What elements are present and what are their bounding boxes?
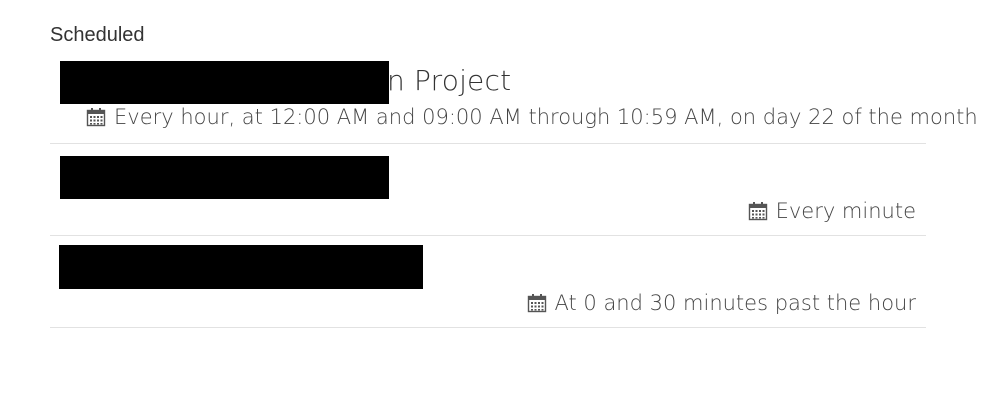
calendar-icon: [86, 107, 106, 127]
list-item[interactable]: Every minute: [50, 144, 926, 236]
scheduled-list: n Project Every hour, at 12:00 AM and 09…: [50, 52, 978, 328]
item-title[interactable]: n Project: [387, 64, 511, 97]
schedule-text: Every minute: [775, 199, 916, 223]
item-schedule: Every hour, at 12:00 AM and 09:00 AM thr…: [86, 105, 978, 129]
schedule-text: At 0 and 30 minutes past the hour: [554, 291, 917, 315]
redacted-block: [59, 245, 423, 289]
item-schedule: At 0 and 30 minutes past the hour: [527, 291, 917, 315]
schedule-text: Every hour, at 12:00 AM and 09:00 AM thr…: [114, 105, 978, 129]
calendar-icon: [748, 201, 768, 221]
list-item[interactable]: n Project Every hour, at 12:00 AM and 09…: [50, 52, 978, 144]
redacted-block: [60, 156, 389, 199]
item-schedule: Every minute: [748, 199, 916, 223]
list-item[interactable]: t At 0 and 30 minutes past the hour: [50, 236, 926, 328]
section-title: Scheduled: [50, 24, 145, 46]
calendar-icon: [527, 293, 547, 313]
redacted-block: [60, 61, 389, 104]
